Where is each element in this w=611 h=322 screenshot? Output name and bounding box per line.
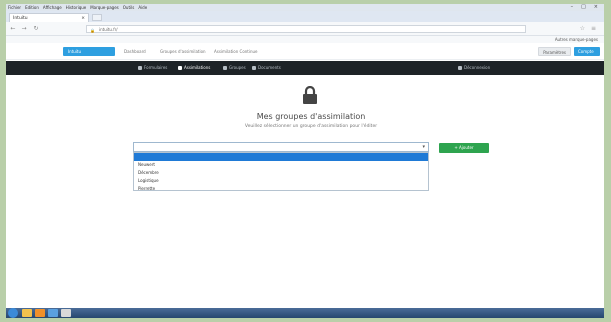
account-button[interactable]: Compte [574,47,600,56]
chevron-down-icon: ▾ [422,144,425,150]
menu-item[interactable]: Aide [138,5,147,10]
settings-button[interactable]: Paramètres [538,47,571,56]
forms-icon [138,65,142,70]
dropdown-option[interactable]: Neuwert [134,161,428,169]
menu-item[interactable]: Fichier [8,5,21,10]
main-nav: Formulaires Assimilations Groupes Docume… [6,61,604,75]
lock-icon: 🔒 [90,28,95,33]
reload-icon[interactable]: ↻ [32,25,40,33]
user-icon [458,65,462,70]
nav-label: Groupes [229,65,246,70]
nav-label: Assimilations [184,65,211,70]
home-icon [178,65,182,70]
menu-icon[interactable]: ≡ [591,25,596,32]
groups-icon [223,65,227,70]
browser-tab[interactable]: Intuitu × [9,13,89,22]
site-link-dashboard[interactable]: Dashboard [124,49,146,54]
nav-item-groups[interactable]: Groupes [223,65,246,70]
firefox-icon[interactable] [35,309,45,317]
close-icon[interactable]: × [594,4,598,10]
app-icon[interactable] [48,309,58,317]
navigation-toolbar: ← → ↻ 🔒 intuitu.fr/ ☆ ≡ [6,22,604,36]
dropdown-option[interactable]: Décembre [134,169,428,177]
address-text: intuitu.fr/ [99,27,118,32]
screen: Fichier Edition Affichage Historique Mar… [6,4,604,318]
tab-strip: Intuitu × [6,11,604,22]
star-icon[interactable]: ☆ [580,25,585,32]
nav-item-documents[interactable]: Documents [252,65,281,70]
menu-item[interactable]: Edition [25,5,39,10]
documents-icon [252,65,256,70]
nav-item-logout[interactable]: Déconnexion [458,65,490,70]
new-tab-button[interactable] [92,14,102,21]
group-dropdown: Neuwert Décembre Logistique Pierrette [133,152,429,191]
forward-icon[interactable]: → [20,25,28,33]
menu-item[interactable]: Marque-pages [90,5,119,10]
dropdown-option[interactable] [134,153,428,161]
other-bookmarks[interactable]: Autres marque-pages [555,37,598,42]
close-tab-icon[interactable]: × [81,16,85,21]
start-button[interactable] [8,308,18,318]
lock-icon [303,86,317,104]
nav-item-forms[interactable]: Formulaires [138,65,167,70]
nav-label: Déconnexion [464,65,491,70]
menu-item[interactable]: Historique [66,5,87,10]
bookmarks-bar: Autres marque-pages [6,36,604,43]
address-bar[interactable]: 🔒 intuitu.fr/ [86,25,526,33]
add-group-button[interactable]: + Ajouter [439,143,489,153]
site-header: Intuitu Dashboard Groupes d'assimilation… [6,43,604,60]
dropdown-option[interactable]: Pierrette [134,185,428,193]
back-icon[interactable]: ← [9,25,17,33]
site-link-groups[interactable]: Groupes d'assimilation [160,49,206,54]
minimize-icon[interactable]: – [571,4,574,10]
os-taskbar [6,308,604,318]
app-icon[interactable] [61,309,71,317]
menu-item[interactable]: Outils [123,5,135,10]
header-actions: Paramètres Compte [538,47,600,56]
nav-label: Documents [258,65,281,70]
toolbar-icons: ☆ ≡ [580,25,596,32]
browser-menubar: Fichier Edition Affichage Historique Mar… [6,4,604,11]
dropdown-option[interactable]: Logistique [134,177,428,185]
page-subtitle: Veuillez sélectionner un groupe d'assimi… [244,124,378,129]
group-select[interactable]: ▾ [133,142,429,152]
tab-title: Intuitu [13,15,28,21]
maximize-icon[interactable]: □ [581,4,586,10]
nav-label: Formulaires [144,65,168,70]
explorer-icon[interactable] [22,309,32,317]
window-controls: – □ × [571,4,602,10]
site-link-continuous[interactable]: Assimilation Continue [214,49,258,54]
nav-item-assimilations[interactable]: Assimilations [178,65,210,70]
page-title: Mes groupes d'assimilation [256,112,366,121]
brand-button[interactable]: Intuitu [63,47,115,56]
menu-item[interactable]: Affichage [43,5,62,10]
